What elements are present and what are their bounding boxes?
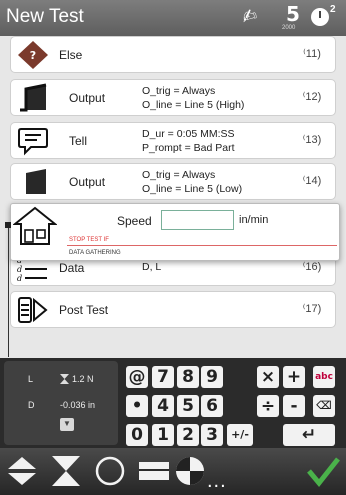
- key-plus[interactable]: +: [283, 366, 305, 388]
- step-name: Tell: [69, 134, 88, 148]
- step-param-1: O_trig = Always: [142, 85, 216, 97]
- more-button[interactable]: ...: [207, 470, 227, 493]
- data-gathering-label: DATA GATHERING: [69, 250, 121, 256]
- step-param-1: O_trig = Always: [142, 169, 216, 181]
- break-button[interactable]: [136, 453, 172, 489]
- step-name: Else: [59, 48, 83, 62]
- key-3[interactable]: 3: [201, 424, 223, 446]
- decision-diamond-icon: ?: [18, 41, 48, 69]
- output-signal-icon: [20, 169, 46, 194]
- readout-d-value: -0.036 in: [60, 400, 96, 410]
- key-at[interactable]: @: [126, 366, 148, 388]
- checkmark-icon: [307, 457, 340, 487]
- readout-expand-button[interactable]: ▼: [60, 418, 74, 431]
- move-up-down-button[interactable]: [4, 453, 40, 489]
- target-button[interactable]: [172, 453, 208, 489]
- clock-icon[interactable]: [311, 8, 329, 26]
- hourglass-icon: [60, 374, 69, 384]
- key-2[interactable]: 2: [177, 424, 199, 446]
- title-bar: New Test ✍ 5 2000 2: [0, 0, 346, 36]
- rectangle-icon: [139, 462, 169, 480]
- step-param-2: P_rompt = Bad Part: [142, 142, 235, 154]
- key-8[interactable]: 8: [177, 366, 199, 388]
- stop-test-label: STOP TEST IF: [69, 237, 109, 243]
- step-param-2: O_line = Line 5 (High): [142, 99, 245, 111]
- position-marker-handle[interactable]: [5, 222, 11, 228]
- key-decimal[interactable]: •: [126, 395, 148, 417]
- step-number: 12): [297, 90, 327, 103]
- key-7[interactable]: 7: [152, 366, 174, 388]
- step-name: Post Test: [59, 303, 109, 317]
- step-param-1: D_ur = 0:05 MM:SS: [142, 128, 235, 140]
- svg-text:?: ?: [30, 49, 36, 62]
- svg-text:d: d: [17, 265, 22, 274]
- quadrant-circle-icon: [176, 457, 204, 485]
- key-6[interactable]: 6: [201, 395, 223, 417]
- step-name: Output: [69, 91, 106, 105]
- position-marker-line: [8, 225, 9, 357]
- signature-icon[interactable]: ✍: [240, 4, 260, 28]
- speed-unit: in/min: [239, 214, 269, 226]
- readout-l-value: 1.2 N: [72, 374, 94, 384]
- step-number: 17): [297, 302, 327, 315]
- key-abc[interactable]: abc: [313, 366, 335, 388]
- svg-text:d: d: [17, 274, 22, 283]
- clock-badge: 2: [330, 4, 336, 15]
- step-number: 14): [297, 174, 327, 187]
- key-enter[interactable]: ↵: [283, 424, 335, 446]
- key-plus-minus[interactable]: +/-: [227, 424, 253, 446]
- step-number: 11): [297, 47, 327, 60]
- home-icon[interactable]: [13, 206, 57, 246]
- step-param-2: O_line = Line 5 (Low): [142, 183, 243, 195]
- step-row-output-high[interactable]: Output O_trig = Always O_line = Line 5 (…: [10, 79, 336, 116]
- message-bubble-icon: [18, 128, 48, 156]
- key-9[interactable]: 9: [201, 366, 223, 388]
- step-number: 13): [297, 133, 327, 146]
- cycle-button[interactable]: [92, 453, 128, 489]
- confirm-button[interactable]: [305, 453, 341, 489]
- key-1[interactable]: 1: [152, 424, 174, 446]
- step-name: Output: [69, 175, 106, 189]
- divider: [67, 245, 337, 246]
- readout-d-label: D: [28, 400, 35, 410]
- readout-l-label: L: [28, 374, 34, 384]
- load-cell-capacity: 2000: [282, 25, 296, 31]
- speed-input[interactable]: [161, 210, 234, 230]
- hold-button[interactable]: [48, 453, 84, 489]
- step-param-1: D, L: [142, 261, 162, 273]
- speed-label: Speed: [117, 214, 152, 228]
- up-down-arrows-icon: [8, 457, 36, 485]
- output-signal-icon: [20, 83, 47, 112]
- key-5[interactable]: 5: [177, 395, 199, 417]
- speed-popup: Speed in/min STOP TEST IF DATA GATHERING: [10, 203, 340, 261]
- post-test-icon: [18, 297, 48, 323]
- step-row-output-low[interactable]: Output O_trig = Always O_line = Line 5 (…: [10, 163, 336, 200]
- step-row-else[interactable]: ? Else 11): [10, 36, 336, 73]
- step-name: Data: [59, 261, 85, 275]
- key-multiply[interactable]: ×: [257, 366, 279, 388]
- step-number: 16): [297, 260, 327, 273]
- bottom-toolbar: ...: [0, 448, 346, 495]
- step-row-tell[interactable]: Tell D_ur = 0:05 MM:SS P_rompt = Bad Par…: [10, 122, 336, 159]
- load-cell-indicator[interactable]: 5: [283, 2, 303, 26]
- hourglass-icon: [52, 456, 80, 486]
- key-backspace[interactable]: ⌫: [313, 395, 335, 417]
- key-4[interactable]: 4: [152, 395, 174, 417]
- page-title: New Test: [6, 6, 84, 27]
- key-divide[interactable]: ÷: [257, 395, 279, 417]
- live-readout: L 1.2 N D -0.036 in ▼: [4, 361, 118, 445]
- key-0[interactable]: 0: [126, 424, 148, 446]
- step-row-post-test[interactable]: Post Test 17): [10, 291, 336, 328]
- refresh-circle-icon: [95, 456, 125, 486]
- key-minus[interactable]: -: [283, 395, 305, 417]
